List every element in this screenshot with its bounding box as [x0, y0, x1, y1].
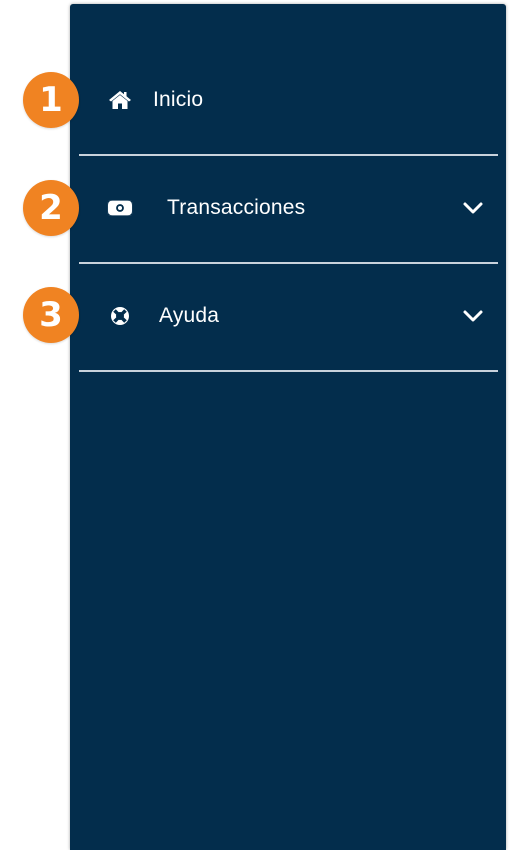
sidebar-item-transacciones[interactable]: Transacciones [79, 156, 498, 264]
sidebar-item-label: Ayuda [159, 304, 220, 327]
screen: Inicio Transacciones Ayuda 1 2 3 [0, 0, 513, 850]
chevron-down-icon[interactable] [462, 200, 484, 216]
sidebar-item-label: Transacciones [167, 196, 306, 219]
step-badge-3: 3 [23, 287, 79, 343]
sidebar-item-label: Inicio [153, 88, 204, 111]
money-icon [107, 197, 133, 219]
sidebar-item-inicio[interactable]: Inicio [79, 48, 498, 156]
sidebar: Inicio Transacciones Ayuda [70, 4, 506, 850]
step-badge-2: 2 [23, 180, 79, 236]
sidebar-item-ayuda[interactable]: Ayuda [79, 264, 498, 372]
home-icon [107, 89, 133, 111]
sidebar-menu: Inicio Transacciones Ayuda [70, 48, 506, 372]
step-badge-1: 1 [23, 72, 79, 128]
life-ring-icon [107, 305, 133, 327]
chevron-down-icon[interactable] [462, 308, 484, 324]
